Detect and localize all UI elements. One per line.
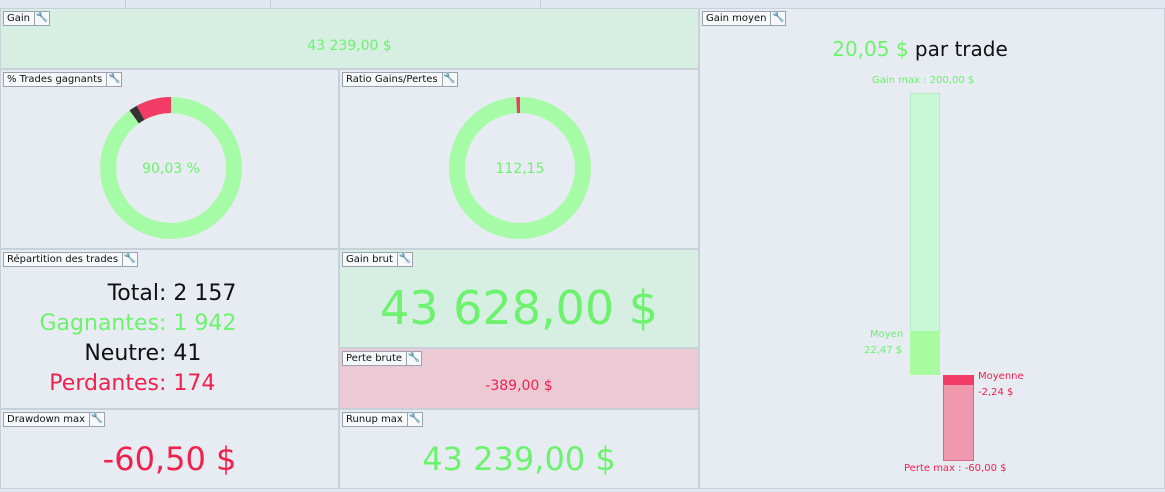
avg-gain-tag[interactable]: Gain moyen 🔧 [702, 11, 787, 26]
gross-loss-panel: Perte brute 🔧 -389,00 $ [339, 348, 699, 409]
loss-range-bar [943, 375, 974, 461]
neutral-label: Neutre [84, 341, 159, 366]
avg-gain-headline: 20,05 $ par trade [700, 37, 1140, 61]
ratio-tag[interactable]: Ratio Gains/Pertes 🔧 [342, 72, 458, 87]
avg-loss-value: -2,24 $ [978, 387, 1014, 398]
wrench-icon[interactable]: 🔧 [106, 72, 121, 87]
losers-label: Perdantes [49, 371, 159, 396]
win-rate-donut: 90,03 % [100, 97, 242, 239]
drawdown-label: Drawdown max [7, 414, 86, 425]
ratio-label: Ratio Gains/Pertes [346, 74, 438, 85]
avg-win-value: 22,47 $ [864, 345, 903, 356]
winners-label: Gagnantes [39, 311, 160, 336]
win-rate-label: % Trades gagnants [7, 74, 103, 85]
gross-gain-value: 43 628,00 $ [380, 281, 658, 335]
wrench-icon[interactable]: 🔧 [441, 72, 457, 87]
gross-loss-value: -389,00 $ [485, 378, 553, 394]
wrench-icon[interactable]: 🔧 [406, 412, 422, 427]
drawdown-panel: Drawdown max 🔧 -60,50 $ [0, 409, 339, 489]
gross-loss-label: Perte brute [346, 353, 403, 364]
drawdown-tag[interactable]: Drawdown max 🔧 [3, 412, 106, 427]
winners-value: : 1 942 [159, 311, 237, 336]
gross-gain-label: Gain brut [346, 254, 393, 265]
gain-panel: Gain 🔧 43 239,00 $ [0, 8, 699, 69]
win-rate-tag[interactable]: % Trades gagnants 🔧 [3, 72, 123, 87]
runup-value: 43 239,00 $ [422, 440, 616, 478]
total-value: : 2 157 [159, 281, 237, 306]
avg-gain-value: 20,05 $ [832, 37, 909, 61]
wrench-icon[interactable]: 🔧 [406, 351, 421, 366]
avg-gain-suffix: par trade [914, 37, 1008, 61]
total-label: Total [107, 281, 159, 306]
wrench-icon[interactable]: 🔧 [89, 412, 104, 427]
repartition-label: Répartition des trades [7, 254, 119, 265]
repartition-panel: Répartition des trades 🔧 Total : 2 157 Ga… [0, 249, 339, 409]
gross-loss-tag[interactable]: Perte brute 🔧 [342, 351, 423, 366]
avg-gain-label: Gain moyen [706, 13, 767, 24]
avg-loss-bar [943, 375, 974, 385]
neutral-value: : 41 [159, 341, 202, 366]
gain-label: Gain [7, 13, 30, 24]
repartition-tag[interactable]: Répartition des trades 🔧 [3, 252, 139, 267]
runup-tag[interactable]: Runup max 🔧 [342, 412, 423, 427]
max-loss-label: Perte max : -60,00 $ [904, 463, 1007, 474]
wrench-icon[interactable]: 🔧 [34, 11, 49, 26]
runup-label: Runup max [346, 414, 403, 425]
win-rate-panel: % Trades gagnants 🔧 90,03 % [0, 69, 339, 249]
win-rate-value: 90,03 % [142, 161, 200, 177]
gross-gain-tag[interactable]: Gain brut 🔧 [342, 252, 413, 267]
avg-win-label: Moyen [870, 329, 904, 340]
losers-value: : 174 [159, 371, 216, 396]
drawdown-value: -60,50 $ [102, 440, 237, 478]
wrench-icon[interactable]: 🔧 [396, 252, 412, 267]
gain-value: 43 239,00 $ [307, 38, 392, 54]
max-gain-label: Gain max : 200,00 $ [872, 75, 975, 86]
avg-gain-panel: Gain moyen 🔧 20,05 $ par trade Gain max :… [699, 8, 1165, 489]
wrench-icon[interactable]: 🔧 [770, 11, 785, 26]
wrench-icon[interactable]: 🔧 [122, 252, 137, 267]
ratio-value: 112,15 [496, 161, 545, 177]
runup-panel: Runup max 🔧 43 239,00 $ [339, 409, 699, 489]
avg-win-bar [910, 330, 940, 375]
gain-tag[interactable]: Gain 🔧 [3, 11, 50, 26]
ratio-panel: Ratio Gains/Pertes 🔧 112,15 [339, 69, 699, 249]
ratio-donut: 112,15 [449, 97, 591, 239]
avg-loss-label: Moyenne [978, 371, 1024, 382]
gross-gain-panel: Gain brut 🔧 43 628,00 $ [339, 249, 699, 348]
